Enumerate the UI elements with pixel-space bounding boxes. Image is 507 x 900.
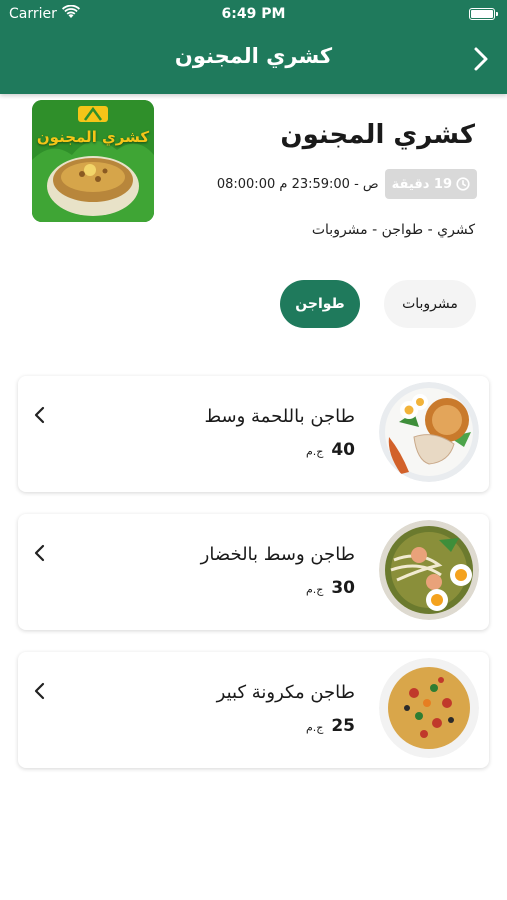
status-bar: Carrier 6:49 PM <box>0 0 507 28</box>
price-value: 25 <box>331 716 355 736</box>
category-tabs: مشروبات طواجن <box>0 280 507 330</box>
price-currency: ج.م <box>305 583 324 596</box>
prep-time: 19 دقيقة <box>391 176 452 192</box>
tab-tagines[interactable]: طواجن <box>280 280 360 328</box>
logo-text: كشري المجنون <box>36 128 150 146</box>
prep-time-badge: 19 دقيقة <box>384 169 477 199</box>
item-name: طاجن وسط بالخضار <box>200 544 355 565</box>
restaurant-categories: كشري - طواجن - مشروبات <box>311 222 475 238</box>
app-header: Carrier 6:49 PM كشري المجنون <box>0 0 507 94</box>
price-currency: ج.م <box>305 721 324 734</box>
clock-icon <box>456 177 470 191</box>
price-value: 40 <box>331 440 355 460</box>
item-price: 40 ج.م <box>306 440 355 460</box>
chevron-left-icon <box>34 406 45 424</box>
page-title: كشري المجنون <box>174 44 333 68</box>
item-price: 30 ج.م <box>306 578 355 598</box>
restaurant-meta: 19 دقيقة 08:00:00 ص - 23:59:00 م <box>217 169 477 199</box>
item-name: طاجن باللحمة وسط <box>204 406 355 427</box>
item-image <box>379 658 479 758</box>
chevron-left-icon <box>34 682 45 700</box>
opening-hours: 08:00:00 ص - 23:59:00 م <box>216 176 379 192</box>
menu-item-card[interactable]: طاجن وسط بالخضار 30 ج.م <box>18 514 489 630</box>
price-currency: ج.م <box>305 445 324 458</box>
chevron-left-icon <box>34 544 45 562</box>
item-name: طاجن مكرونة كبير <box>216 682 355 703</box>
tab-drinks[interactable]: مشروبات <box>384 280 476 328</box>
menu-item-card[interactable]: طاجن باللحمة وسط 40 ج.م <box>18 376 489 492</box>
restaurant-info: كشري المجنون كشري المجنون 19 دقيقة 08:00… <box>0 94 507 274</box>
restaurant-logo: كشري المجنون <box>32 100 154 222</box>
item-price: 25 ج.م <box>306 716 355 736</box>
menu-item-card[interactable]: طاجن مكرونة كبير 25 ج.م <box>18 652 489 768</box>
item-image <box>379 382 479 482</box>
status-time: 6:49 PM <box>221 6 286 22</box>
restaurant-name: كشري المجنون <box>280 120 475 150</box>
logo-image <box>32 100 154 222</box>
price-value: 30 <box>331 578 355 598</box>
battery-icon <box>469 8 498 20</box>
item-image <box>379 520 479 620</box>
back-button[interactable] <box>469 44 493 74</box>
